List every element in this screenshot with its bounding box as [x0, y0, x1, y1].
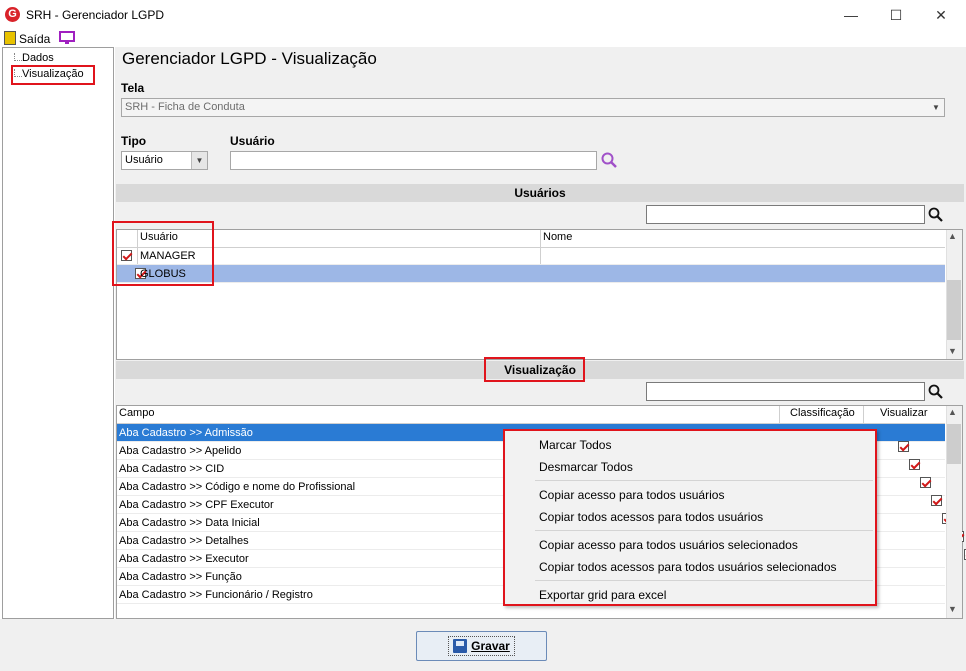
tree-item-dados[interactable]: Dados [22, 52, 54, 64]
usuario-label: Usuário [230, 134, 275, 148]
search-icon[interactable] [928, 384, 943, 399]
tela-value: SRH - Ficha de Conduta [125, 101, 245, 113]
annotation-box [11, 65, 95, 85]
table-row-selected[interactable] [117, 265, 945, 283]
tela-combo[interactable]: SRH - Ficha de Conduta ▼ [121, 98, 945, 117]
menu-item-exportar-excel[interactable]: Exportar grid para excel [539, 588, 666, 602]
campo-cell: Aba Cadastro >> CPF Executor [119, 499, 274, 511]
column-header-campo[interactable]: Campo [119, 407, 154, 419]
scroll-down-icon[interactable]: ▼ [948, 346, 957, 356]
menu-separator [535, 480, 873, 481]
campo-cell: Aba Cadastro >> Código e nome do Profiss… [119, 481, 356, 493]
maximize-button[interactable]: ☐ [873, 0, 919, 30]
column-header-visualizar[interactable]: Visualizar [880, 407, 928, 419]
window-title: SRH - Gerenciador LGPD [26, 8, 165, 22]
scroll-thumb[interactable] [947, 424, 961, 464]
tela-label: Tela [121, 81, 145, 95]
context-menu: Marcar Todos Desmarcar Todos Copiar aces… [503, 429, 877, 606]
menu-separator [535, 580, 873, 581]
sair-menu-item[interactable]: Saída [19, 32, 50, 46]
tree-connector [14, 53, 22, 61]
close-button[interactable]: ✕ [918, 0, 964, 30]
visualizacao-filter-input[interactable] [646, 382, 925, 401]
campo-cell: Aba Cadastro >> Detalhes [119, 535, 249, 547]
menu-item-copiar-acesso-selecionados[interactable]: Copiar acesso para todos usuários seleci… [539, 538, 798, 552]
usuarios-filter-input[interactable] [646, 205, 925, 224]
campo-cell: Aba Cadastro >> Executor [119, 553, 249, 565]
page-title: Gerenciador LGPD - Visualização [122, 49, 377, 68]
usuarios-grid-header [117, 230, 945, 248]
navigation-tree [2, 47, 114, 619]
gravar-label: Gravar [471, 639, 510, 653]
campo-cell: Aba Cadastro >> Apelido [119, 445, 242, 457]
scroll-up-icon[interactable]: ▲ [948, 231, 957, 241]
app-logo-icon: G [5, 7, 20, 22]
scroll-up-icon[interactable]: ▲ [948, 407, 957, 417]
menu-item-copiar-todos-acessos-selecionados[interactable]: Copiar todos acessos para todos usuários… [539, 560, 837, 574]
tipo-combo[interactable]: Usuário ▼ [121, 151, 208, 170]
floppy-disk-icon [453, 639, 468, 653]
search-icon[interactable] [600, 151, 619, 170]
scroll-thumb[interactable] [947, 280, 961, 340]
column-divider [779, 406, 780, 424]
usuario-input[interactable] [230, 151, 597, 170]
usuarios-section-header: Usuários [116, 184, 964, 202]
column-header-classificacao[interactable]: Classificação [790, 407, 855, 419]
annotation-box [112, 221, 214, 286]
annotation-box [484, 357, 585, 382]
gravar-button[interactable]: Gravar [416, 631, 547, 661]
menu-item-copiar-acesso-todos[interactable]: Copiar acesso para todos usuários [539, 488, 724, 502]
menu-bar [0, 30, 966, 47]
column-divider [863, 406, 864, 424]
campo-cell: Aba Cadastro >> Função [119, 571, 242, 583]
menu-separator [535, 530, 873, 531]
minimize-button[interactable]: — [828, 0, 874, 30]
chevron-down-icon[interactable]: ▼ [928, 99, 944, 116]
search-icon[interactable] [928, 207, 943, 222]
scroll-down-icon[interactable]: ▼ [948, 604, 957, 614]
tipo-value: Usuário [125, 154, 163, 166]
campo-cell: Aba Cadastro >> Funcionário / Registro [119, 589, 313, 601]
monitor-icon[interactable] [59, 31, 75, 45]
tipo-label: Tipo [121, 134, 147, 148]
menu-item-desmarcar-todos[interactable]: Desmarcar Todos [539, 460, 633, 474]
campo-cell: Aba Cadastro >> CID [119, 463, 225, 475]
campo-cell: Aba Cadastro >> Admissão [119, 427, 253, 439]
campo-cell: Aba Cadastro >> Data Inicial [119, 517, 260, 529]
menu-item-marcar-todos[interactable]: Marcar Todos [539, 438, 611, 452]
exit-door-icon[interactable] [4, 31, 16, 45]
table-row[interactable] [117, 247, 945, 265]
column-header-nome[interactable]: Nome [543, 231, 572, 243]
chevron-down-icon[interactable]: ▼ [191, 152, 207, 169]
gravar-focus-ring: Gravar [448, 636, 515, 656]
menu-item-copiar-todos-acessos-todos[interactable]: Copiar todos acessos para todos usuários [539, 510, 763, 524]
